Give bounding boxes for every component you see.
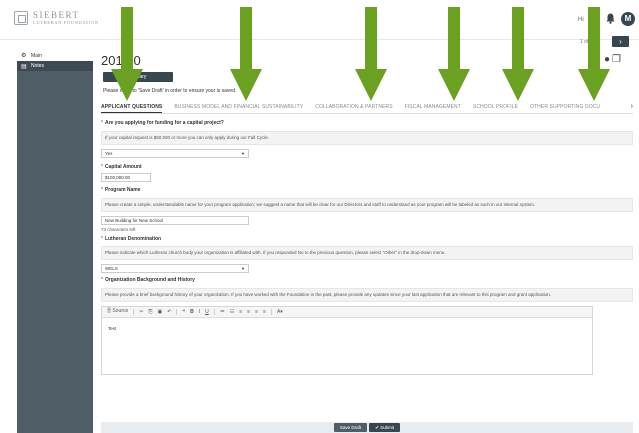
save-draft-button[interactable]: Save Draft [333,423,368,432]
app-header: SIEBERT LUTHERAN FOUNDATION Hi M [0,0,639,40]
italic-icon[interactable]: I [199,309,200,315]
denomination-select[interactable]: WELS ▼ [101,264,249,273]
blockquote-icon[interactable]: ❝ [182,309,185,315]
undo-icon[interactable]: ↶ [167,309,171,315]
next-page-button[interactable]: › [612,36,629,47]
editor-content[interactable]: Test [102,318,592,374]
question-label: * Program Name [101,187,141,193]
logo-mark-icon [14,11,28,26]
form-footer: Save Draft ✔ Submit [101,422,633,433]
paste-icon[interactable]: ▣ [157,309,162,315]
question-help: Please indicate which Lutheran church bo… [101,246,633,260]
chevron-down-icon: ▼ [241,266,245,271]
annotation-arrow-icon [578,7,610,101]
capital-amount-input[interactable]: $100,000.00 [101,173,151,182]
justify-icon[interactable]: ≡ [263,309,266,315]
question-label: * Organization Background and History [101,277,195,283]
question-label: * Lutheran Denomination [101,236,162,242]
program-name-input[interactable]: New Building for New School [101,216,249,225]
annotation-arrow-icon [438,7,470,101]
question-help: Please provide a brief background histor… [101,288,633,302]
tab-collaboration[interactable]: COLLABORATION & PARTNERS [315,104,392,110]
copy-icon[interactable]: ⎘ [148,309,152,315]
logo-subtitle: LUTHERAN FOUNDATION [33,20,99,25]
avatar[interactable]: M [621,12,635,26]
question-help: If your capital request is $50,000 or mo… [101,131,633,145]
tab-business-model[interactable]: BUSINESS MODEL AND FINANCIAL SUSTAINABIL… [174,104,303,110]
annotation-arrow-icon [230,7,262,101]
sidebar-item-label: Main [31,52,42,59]
numbered-list-icon[interactable]: ≔ [220,309,225,315]
logo-title: SIEBERT [33,10,80,20]
notes-icon: ▤ [21,63,27,70]
application-form: * Are you applying for funding for a capi… [101,118,633,375]
annotation-arrow-icon [111,7,143,101]
text-color-icon[interactable]: A▾ [277,309,283,315]
sidebar-item-main[interactable]: ⚙ Main [17,50,93,61]
bold-icon[interactable]: B [190,309,194,315]
bullet-list-icon[interactable]: ☷ [230,309,234,315]
tab-fiscal-management[interactable]: FISCAL MANAGEMENT [405,104,461,110]
capital-project-select[interactable]: Yes ▼ [101,149,249,158]
submit-button[interactable]: ✔ Submit [369,423,401,432]
tabs-scroll-right-icon[interactable]: › [628,103,633,110]
align-left-icon[interactable]: ≡ [239,309,242,315]
rich-text-editor: 🗎 Source ✂ ⎘ ▣ ↶ ❝ B I U ≔ ☷ ≡ ≡ ≡ ≡ A▾ … [101,306,593,375]
sidebar: ⚙ Main ▤ Notes [17,50,93,433]
sidebar-item-label: Notes [31,63,45,69]
logo[interactable]: SIEBERT LUTHERAN FOUNDATION [14,11,99,26]
tab-applicant-questions[interactable]: APPLICANT QUESTIONS [101,104,163,113]
tab-school-profile[interactable]: SCHOOL PROFILE [473,104,518,110]
chevron-down-icon: ▼ [241,151,245,156]
copy-icon[interactable]: ❐ [612,54,623,65]
question-label: * Capital Amount [101,164,142,170]
source-button[interactable]: 🗎 Source [107,308,128,316]
gear-icon: ⚙ [21,53,27,59]
question-help: Please create a simple, understandable n… [101,198,633,212]
align-center-icon[interactable]: ≡ [247,309,250,315]
underline-icon[interactable]: U [205,309,209,315]
align-right-icon[interactable]: ≡ [255,309,258,315]
annotation-arrow-icon [502,7,534,101]
cut-icon[interactable]: ✂ [139,309,143,315]
sidebar-item-notes[interactable]: ▤ Notes [17,61,93,71]
editor-toolbar: 🗎 Source ✂ ⎘ ▣ ↶ ❝ B I U ≔ ☷ ≡ ≡ ≡ ≡ A▾ [102,307,592,318]
tab-other-supporting[interactable]: OTHER SUPPORTING DOCU [530,104,600,110]
annotation-arrow-icon [355,7,387,101]
section-tabs: APPLICANT QUESTIONS BUSINESS MODEL AND F… [101,100,633,114]
question-label: * Are you applying for funding for a capi… [101,120,224,126]
chars-left: 73 characters left [101,227,136,232]
